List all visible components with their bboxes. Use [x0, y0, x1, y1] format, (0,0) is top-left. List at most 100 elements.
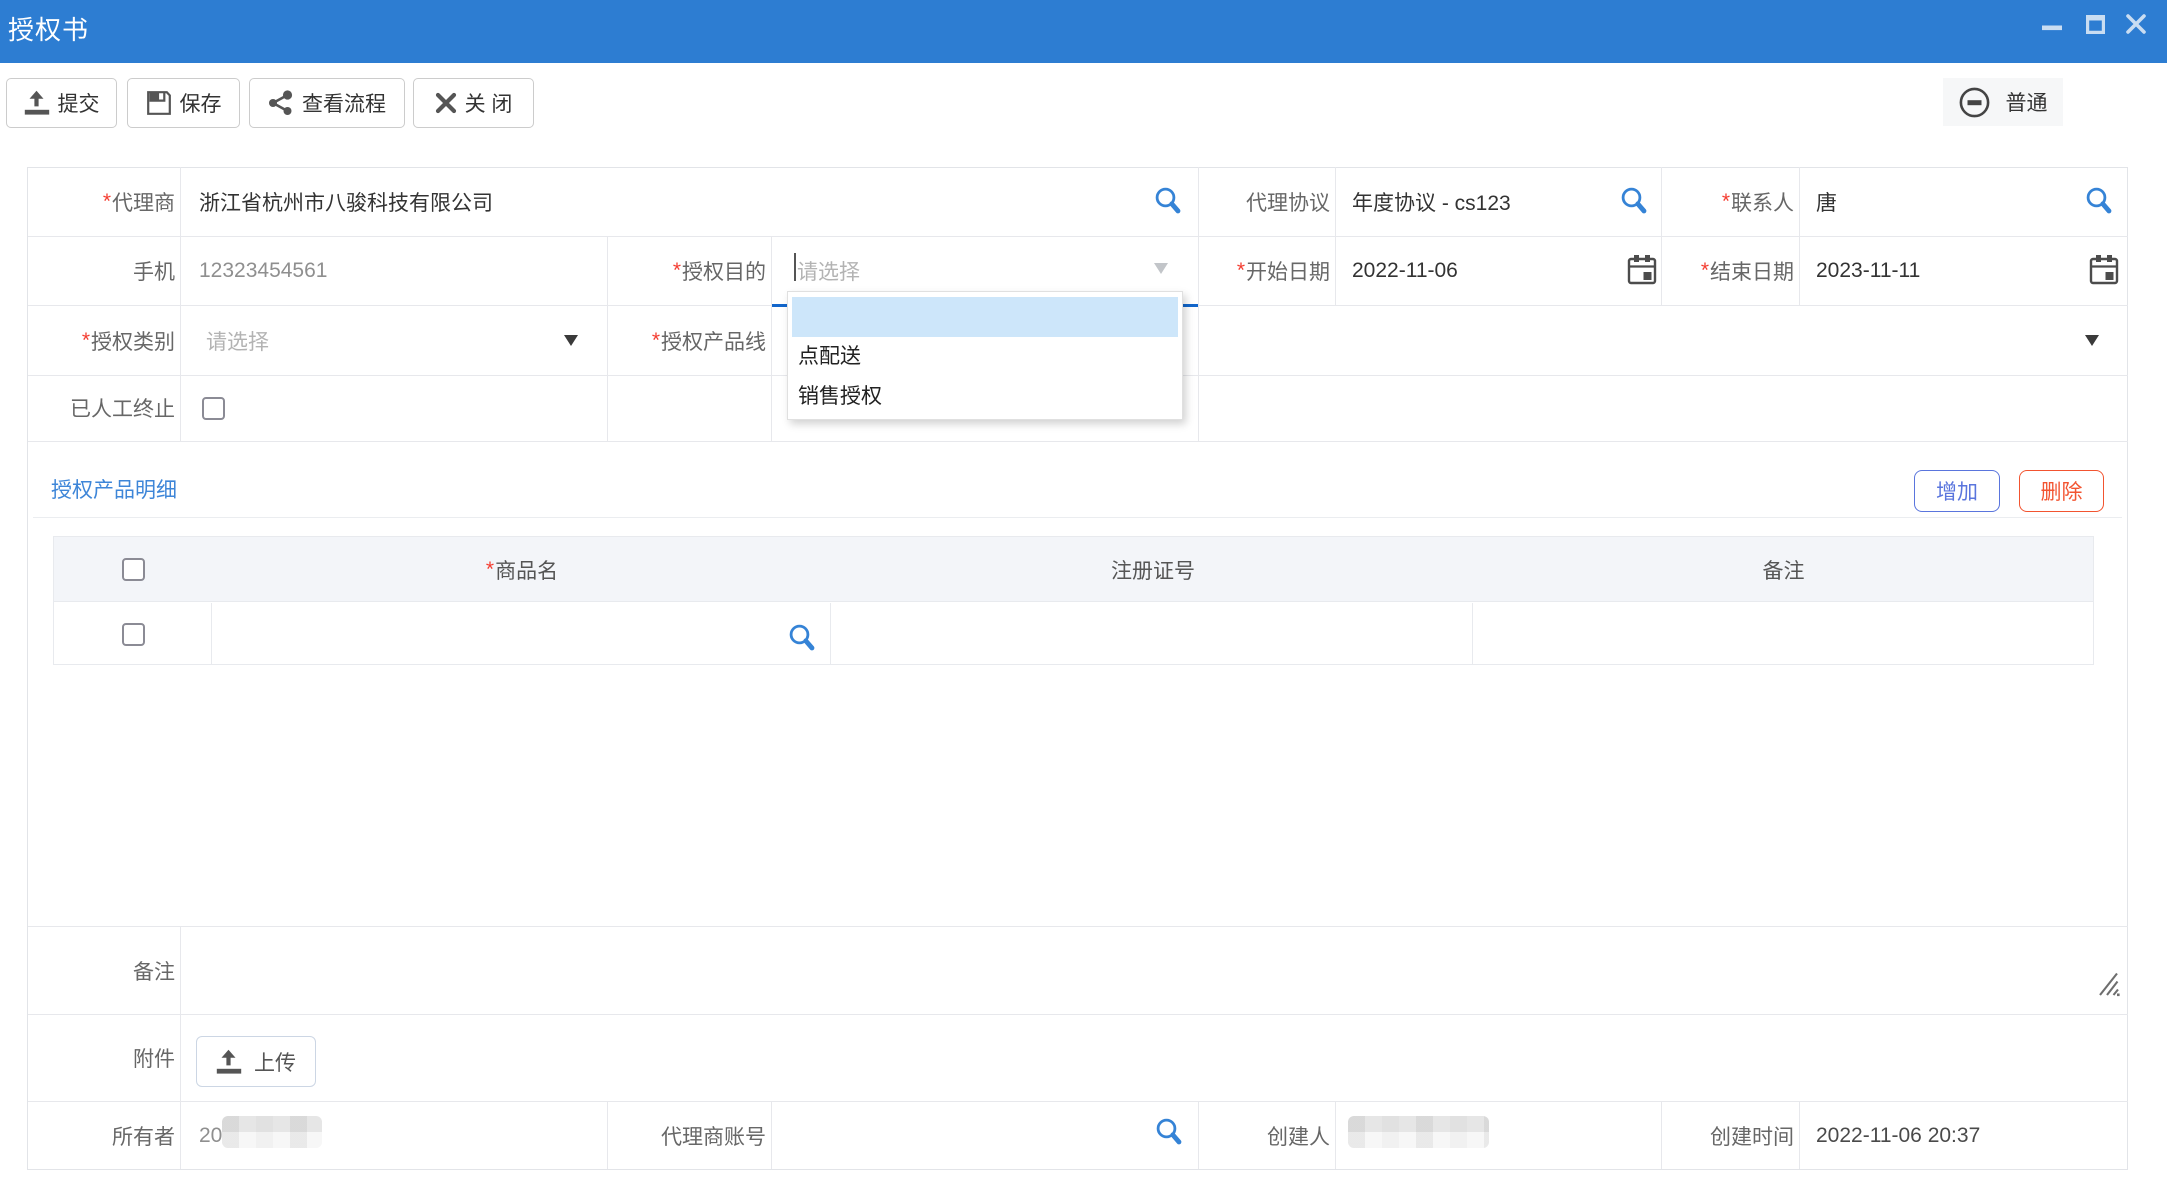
manually-terminated-checkbox[interactable]: [202, 397, 225, 420]
agency-agreement-value: 年度协议 - cs123: [1352, 187, 1511, 217]
end-date-value: 2023-11-11: [1816, 259, 1920, 283]
start-date-calendar-icon[interactable]: [1627, 254, 1657, 291]
end-date-calendar-icon[interactable]: [2089, 254, 2119, 291]
auth-category-placeholder: 请选择: [206, 326, 269, 356]
contact-value: 唐: [1816, 187, 1837, 217]
end-date-label: *结束日期: [1661, 236, 1799, 305]
owner-value-redacted: [222, 1116, 322, 1148]
dialog-title: 授权书: [8, 10, 89, 47]
agency-agreement-label: 代理协议: [1198, 167, 1335, 236]
upload-button[interactable]: 上传: [196, 1036, 316, 1087]
agent-account-label: 代理商账号: [607, 1102, 771, 1169]
table-column-divider: [211, 603, 212, 664]
auth-purpose-caret-icon[interactable]: [1154, 263, 1168, 274]
select-all-checkbox[interactable]: [122, 558, 145, 581]
attachment-label: 附件: [28, 1015, 180, 1101]
auth-purpose-dropdown: 点配送 销售授权: [787, 291, 1183, 420]
auth-purpose-label-text: 授权目的: [682, 256, 766, 286]
agency-agreement-field[interactable]: 年度协议 - cs123: [1336, 167, 1661, 236]
owner-label: 所有者: [28, 1102, 180, 1169]
minimize-button[interactable]: [2042, 25, 2062, 31]
table-column-divider: [830, 603, 831, 664]
product-table: *商品名 注册证号 备注: [53, 536, 2094, 665]
row-divider: [28, 1014, 2128, 1015]
mode-label: 普通: [2006, 87, 2048, 117]
agent-search-icon[interactable]: [1153, 187, 1183, 221]
dropdown-option-2[interactable]: 销售授权: [792, 377, 1178, 417]
agent-label-text: 代理商: [112, 187, 175, 217]
manually-terminated-label-text: 已人工终止: [70, 393, 175, 423]
auth-product-line-caret-icon[interactable]: [2085, 335, 2099, 346]
maximize-button[interactable]: [2086, 15, 2105, 34]
product-name-search-icon[interactable]: [787, 624, 817, 658]
required-mark: *: [1722, 190, 1730, 214]
header-reg-no: 注册证号: [832, 537, 1474, 602]
mobile-value: 12323454561: [199, 259, 327, 283]
contact-search-icon[interactable]: [2084, 187, 2114, 221]
dropdown-option-1[interactable]: 点配送: [792, 337, 1178, 377]
owner-label-text: 所有者: [112, 1121, 175, 1151]
agent-value: 浙江省杭州市八骏科技有限公司: [199, 187, 493, 217]
required-mark: *: [486, 558, 494, 582]
product-row: [54, 603, 2093, 664]
owner-value: 20: [199, 1124, 222, 1148]
upload-icon: [24, 90, 50, 116]
contact-label: *联系人: [1661, 167, 1799, 236]
view-flow-button[interactable]: 查看流程: [249, 78, 405, 128]
delete-row-button[interactable]: 删除: [2019, 470, 2104, 512]
header-product-name: *商品名: [212, 537, 832, 602]
resize-handle[interactable]: [2096, 971, 2120, 1003]
agency-agreement-label-text: 代理协议: [1246, 187, 1330, 217]
end-date-field[interactable]: 2023-11-11: [1800, 236, 2128, 305]
start-date-label-text: 开始日期: [1246, 256, 1330, 286]
dropdown-option-empty[interactable]: [792, 297, 1178, 337]
close-window-button[interactable]: [2126, 14, 2146, 34]
agent-label: *代理商: [28, 167, 180, 236]
row-divider: [28, 441, 2128, 442]
required-mark: *: [673, 259, 681, 283]
column-divider: [771, 375, 772, 441]
upload-label: 上传: [254, 1047, 296, 1077]
start-date-value: 2022-11-06: [1352, 259, 1458, 283]
auth-purpose-placeholder: 请选择: [797, 256, 860, 286]
share-icon: [268, 90, 294, 116]
remarks-textarea[interactable]: [181, 927, 2128, 1014]
agency-agreement-search-icon[interactable]: [1619, 187, 1649, 221]
auth-category-field[interactable]: 请选择: [181, 306, 607, 375]
attachment-label-text: 附件: [133, 1043, 175, 1073]
row-checkbox[interactable]: [122, 623, 145, 646]
contact-label-text: 联系人: [1731, 187, 1794, 217]
start-date-label: *开始日期: [1198, 236, 1335, 305]
auth-category-caret-icon[interactable]: [564, 335, 578, 346]
submit-button[interactable]: 提交: [6, 78, 117, 128]
creator-value-redacted: [1348, 1116, 1489, 1148]
table-column-divider: [1472, 603, 1473, 664]
column-divider: [607, 375, 608, 441]
start-date-field[interactable]: 2022-11-06: [1336, 236, 1661, 305]
agent-account-search-icon[interactable]: [1154, 1118, 1184, 1152]
auth-category-label: *授权类别: [28, 306, 180, 375]
header-checkbox-cell: [54, 537, 212, 602]
close-button[interactable]: 关 闭: [413, 78, 534, 128]
mode-button[interactable]: 普通: [1943, 78, 2063, 126]
manually-terminated-label: 已人工终止: [28, 375, 180, 441]
dialog-titlebar: 授权书: [0, 0, 2167, 63]
minus-circle-icon: [1959, 87, 1990, 118]
submit-label: 提交: [58, 88, 100, 118]
columns-reg-no-text: 注册证号: [1111, 555, 1195, 585]
created-time-value: 2022-11-06 20:37: [1816, 1124, 1980, 1148]
save-button[interactable]: 保存: [127, 78, 240, 128]
close-label: 关 闭: [465, 88, 513, 118]
add-row-button[interactable]: 增加: [1914, 470, 2000, 512]
auth-category-label-text: 授权类别: [91, 326, 175, 356]
created-time-label-text: 创建时间: [1710, 1121, 1794, 1151]
mobile-label-text: 手机: [133, 256, 175, 286]
agent-field[interactable]: 浙江省杭州市八骏科技有限公司: [181, 167, 1198, 236]
text-cursor: [794, 253, 796, 281]
auth-product-line-label-text: 授权产品线: [661, 326, 766, 356]
contact-field[interactable]: 唐: [1800, 167, 2128, 236]
agent-account-field[interactable]: [772, 1102, 1198, 1169]
required-mark: *: [82, 329, 90, 353]
section-divider: [33, 517, 2122, 518]
creator-label: 创建人: [1198, 1102, 1335, 1169]
